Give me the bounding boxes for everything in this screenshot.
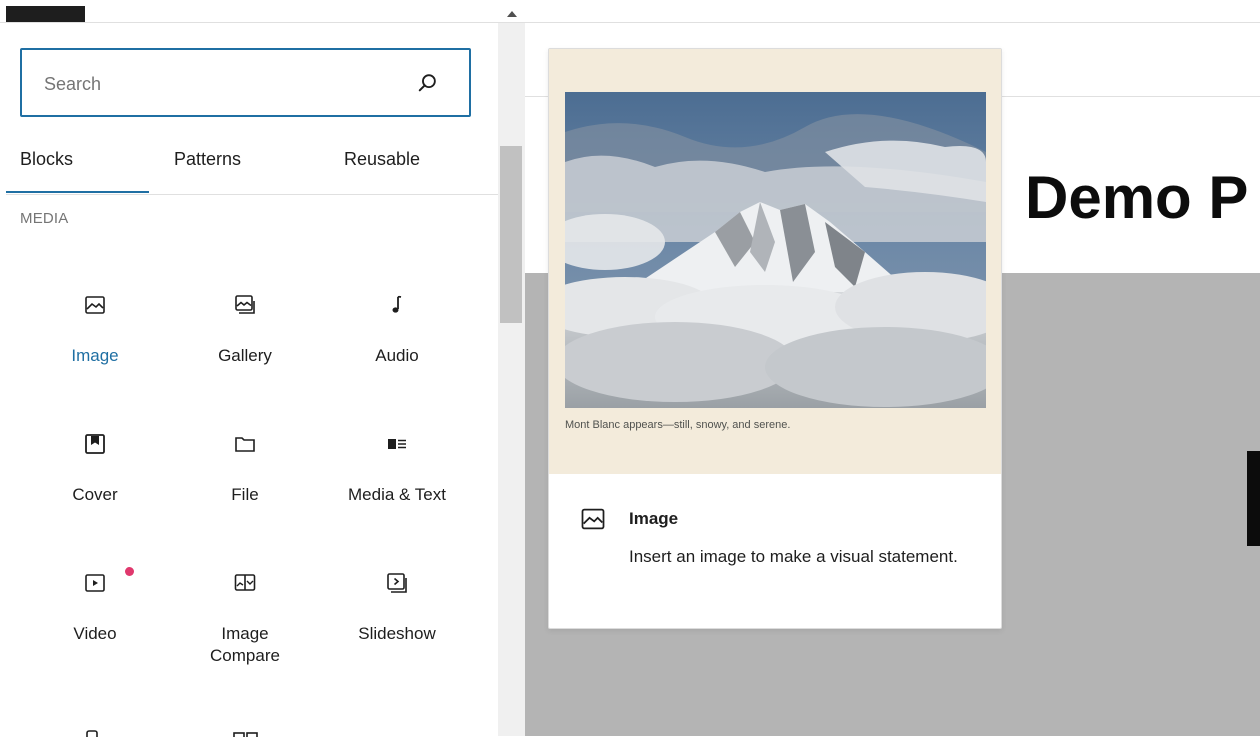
block-label: Cover [72, 485, 118, 504]
block-label: Image Compare [210, 624, 280, 665]
file-icon [235, 437, 255, 452]
scroll-up-arrow-icon[interactable] [507, 11, 517, 17]
block-video[interactable]: Video [20, 567, 170, 681]
media-text-icon [388, 439, 406, 449]
category-heading: MEDIA [20, 210, 69, 227]
block-label: Media & Text [348, 485, 446, 504]
tab-blocks-label: Blocks [20, 149, 74, 169]
block-inserter-panel: Blocks Patterns Reusable MEDIA Image Gal… [0, 23, 498, 737]
block-cover[interactable]: Cover [20, 432, 170, 542]
video-icon [85, 574, 105, 592]
preview-block-description: Insert an image to make a visual stateme… [629, 547, 958, 566]
block-label: Audio [375, 346, 419, 365]
site-logo[interactable] [6, 6, 85, 22]
image-icon [85, 296, 105, 314]
tab-patterns[interactable]: Patterns [174, 126, 241, 192]
block-preview-popover: Mont Blanc appears—still, snowy, and ser… [548, 48, 1002, 629]
search-icon[interactable] [417, 72, 439, 94]
preview-media: Mont Blanc appears—still, snowy, and ser… [549, 49, 1001, 474]
search-input[interactable] [42, 70, 376, 98]
content-block-edge [1247, 451, 1260, 546]
block-file[interactable]: File [170, 432, 320, 542]
mountain-photo [565, 92, 986, 408]
inserter-tabs: Blocks Patterns Reusable [6, 126, 498, 195]
tab-blocks[interactable]: Blocks [6, 126, 149, 193]
tab-patterns-label: Patterns [174, 149, 242, 169]
search-box[interactable] [20, 48, 471, 117]
top-toolbar [0, 0, 1260, 23]
block-gallery[interactable]: Gallery [170, 293, 320, 403]
image-caption: Mont Blanc appears—still, snowy, and ser… [565, 419, 791, 431]
tab-reusable[interactable]: Reusable [344, 126, 420, 192]
image-icon [581, 508, 605, 530]
page-title[interactable]: Demo P [1025, 163, 1248, 232]
block-media-text[interactable]: Media & Text [322, 432, 472, 542]
block-audio[interactable]: Audio [322, 293, 472, 403]
slideshow-icon [387, 573, 407, 593]
preview-info: Image Insert an image to make a visual s… [549, 474, 1001, 628]
block-label: Slideshow [358, 624, 436, 643]
block-label: Video [73, 624, 117, 643]
new-badge-dot [125, 567, 134, 576]
tab-reusable-label: Reusable [344, 149, 421, 169]
gallery-icon [235, 295, 255, 314]
block-slideshow[interactable]: Slideshow [322, 571, 472, 681]
block-label: Image [71, 346, 119, 365]
block-icon-partial[interactable] [232, 731, 260, 737]
scrollbar-thumb[interactable] [500, 146, 522, 323]
block-label: Gallery [218, 346, 272, 365]
image-compare-icon [234, 574, 256, 591]
cover-icon [85, 434, 105, 454]
audio-icon [392, 295, 402, 313]
preview-block-name: Image [629, 509, 679, 528]
block-label: File [231, 485, 259, 504]
block-image-compare[interactable]: Image Compare [170, 571, 320, 681]
inserter-scrollbar[interactable] [498, 23, 525, 736]
block-image[interactable]: Image [20, 293, 170, 403]
